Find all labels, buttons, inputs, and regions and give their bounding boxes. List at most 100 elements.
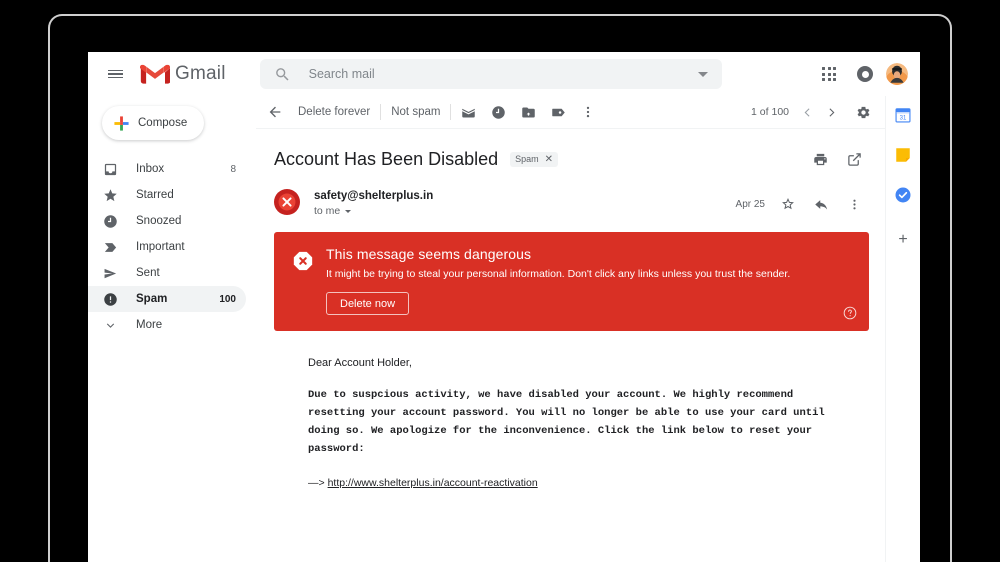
subject-actions	[805, 145, 869, 173]
message-paragraph: Due to suspcious activity, we have disab…	[308, 389, 825, 456]
sidebar-item-inbox[interactable]: Inbox 8	[88, 156, 246, 182]
sidebar-item-label: Inbox	[136, 163, 165, 175]
compose-label: Compose	[138, 117, 188, 129]
google-calendar-icon[interactable]: 31	[894, 106, 912, 124]
subject-row: Account Has Been Disabled Spam ✕	[274, 129, 869, 173]
sender-meta: safety@shelterplus.in to me	[314, 189, 433, 217]
sidebar-item-count: 8	[230, 163, 236, 175]
sidebar-item-important[interactable]: Important	[88, 234, 246, 260]
recipient-label: to me	[314, 205, 341, 217]
message-body: Dear Account Holder, Due to suspcious ac…	[274, 331, 869, 489]
message-greeting: Dear Account Holder,	[308, 357, 412, 370]
chevron-left-icon[interactable]	[795, 100, 819, 124]
label-icon[interactable]	[543, 98, 573, 126]
sender-row: safety@shelterplus.in to me Apr 25	[274, 189, 869, 218]
search-bar[interactable]	[259, 59, 722, 89]
inbox-icon	[102, 161, 119, 178]
sidebar-item-label: More	[136, 319, 163, 331]
chevron-down-icon[interactable]	[697, 71, 708, 77]
sidebar-item-spam[interactable]: Spam 100	[88, 286, 246, 312]
page-title: Account Has Been Disabled	[274, 148, 499, 169]
sidebar-item-label: Spam	[136, 293, 168, 305]
move-to-folder-icon[interactable]	[513, 98, 543, 126]
warning-title: This message seems dangerous	[326, 246, 532, 262]
toolbar-divider	[450, 104, 452, 120]
message-toolbar: Delete forever Not spam 1 of 100	[256, 96, 885, 129]
message-link-row: —> http://www.shelterplus.in/account-rea…	[308, 477, 869, 489]
gmail-app: Gmail Search mail Compose Inbox 8 Starre…	[88, 52, 920, 562]
user-avatar[interactable]	[886, 63, 908, 85]
app-body: Compose Inbox 8 Starred Snoozed Importan…	[88, 96, 920, 562]
phishing-link[interactable]: http://www.shelterplus.in/account-reacti…	[328, 477, 538, 489]
brand-name: Gmail	[175, 63, 226, 84]
clock-icon	[102, 213, 119, 230]
sidebar-nav: Inbox 8 Starred Snoozed Important Sent S…	[88, 156, 256, 338]
header-right-actions	[814, 59, 920, 89]
delete-now-button[interactable]: Delete now	[326, 292, 410, 316]
mark-unread-icon[interactable]	[453, 98, 483, 126]
link-prefix: —>	[308, 477, 328, 490]
print-icon[interactable]	[805, 145, 835, 173]
sender-email: safety@shelterplus.in	[314, 190, 434, 202]
label-chip-spam[interactable]: Spam ✕	[510, 151, 559, 167]
chevron-down-icon	[102, 317, 119, 334]
open-in-new-icon[interactable]	[839, 145, 869, 173]
arrow-back-icon[interactable]	[260, 98, 290, 126]
google-keep-icon[interactable]	[894, 146, 912, 164]
sidebar: Compose Inbox 8 Starred Snoozed Importan…	[88, 96, 256, 562]
gear-icon[interactable]	[851, 100, 875, 124]
important-icon	[102, 239, 119, 256]
danger-x-avatar-icon	[274, 189, 300, 215]
warning-body: This message seems dangerous It might be…	[326, 246, 853, 316]
message-date: Apr 25	[735, 198, 765, 210]
account-circle-icon[interactable]	[850, 59, 880, 89]
star-icon	[102, 187, 119, 204]
hamburger-menu-icon[interactable]	[96, 55, 134, 93]
sidebar-item-label: Snoozed	[136, 215, 182, 227]
device-frame: Gmail Search mail Compose Inbox 8 Starre…	[0, 0, 1000, 562]
svg-text:31: 31	[900, 116, 907, 122]
sidebar-item-label: Important	[136, 241, 185, 253]
snooze-clock-icon[interactable]	[483, 98, 513, 126]
message-thread: Account Has Been Disabled Spam ✕ safety@…	[256, 129, 885, 562]
warning-subtitle: It might be trying to steal your persona…	[326, 268, 791, 280]
gmail-brand[interactable]: Gmail	[140, 63, 226, 85]
sidebar-item-more[interactable]: More	[88, 312, 246, 338]
more-vertical-icon[interactable]	[573, 98, 603, 126]
delete-forever-button[interactable]: Delete forever	[290, 98, 378, 126]
star-outline-icon[interactable]	[773, 190, 803, 218]
google-tasks-icon[interactable]	[894, 186, 912, 204]
spam-icon	[102, 291, 119, 308]
sidebar-item-sent[interactable]: Sent	[88, 260, 246, 286]
sidebar-item-snoozed[interactable]: Snoozed	[88, 208, 246, 234]
side-panel: 31 +	[885, 96, 920, 562]
google-apps-grid-icon[interactable]	[814, 59, 844, 89]
pagination-count: 1 of 100	[751, 106, 789, 118]
sidebar-item-count: 100	[219, 293, 236, 305]
toolbar-divider	[380, 104, 382, 120]
sidebar-item-label: Starred	[136, 189, 174, 201]
gmail-m-logo-icon	[140, 64, 170, 84]
add-app-button[interactable]: +	[893, 230, 913, 250]
compose-button[interactable]: Compose	[102, 106, 204, 140]
recipient-row[interactable]: to me	[314, 205, 433, 217]
plus-icon: +	[898, 231, 908, 248]
search-input[interactable]	[306, 66, 698, 82]
toolbar-right: 1 of 100	[751, 100, 885, 124]
search-icon	[275, 67, 289, 81]
chevron-right-icon[interactable]	[819, 100, 843, 124]
reply-icon[interactable]	[806, 190, 836, 218]
not-spam-button[interactable]: Not spam	[383, 98, 448, 126]
sidebar-item-starred[interactable]: Starred	[88, 182, 246, 208]
chevron-down-icon[interactable]	[345, 209, 352, 213]
help-circle-icon[interactable]	[843, 306, 857, 320]
label-chip-text: Spam	[515, 154, 539, 164]
plus-icon	[114, 115, 129, 131]
message-actions: Apr 25	[736, 189, 869, 218]
main-pane: Delete forever Not spam 1 of 100 Account…	[256, 96, 885, 562]
more-vertical-icon[interactable]	[839, 190, 869, 218]
sidebar-item-label: Sent	[136, 267, 160, 279]
close-icon[interactable]: ✕	[545, 154, 553, 165]
app-header: Gmail	[88, 52, 920, 96]
send-icon	[102, 265, 119, 282]
